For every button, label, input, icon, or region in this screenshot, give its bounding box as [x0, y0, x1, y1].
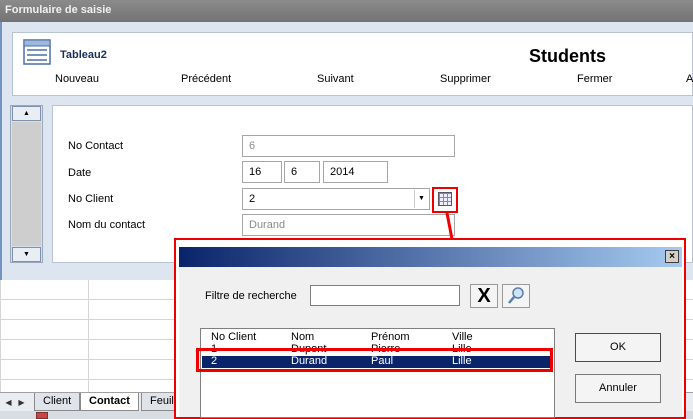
form-toolbar: Tableau2 Students Nouveau Précédent Suiv…: [12, 32, 693, 96]
first-sheet-icon[interactable]: ◀: [4, 396, 13, 409]
column-header-ville: Ville: [452, 331, 473, 343]
next-button[interactable]: Suivant: [317, 73, 354, 85]
search-button[interactable]: [502, 284, 530, 308]
client-lookup-dialog: × Filtre de recherche X No Client Nom Pr…: [174, 238, 686, 419]
close-icon[interactable]: ×: [665, 250, 679, 263]
dialog-titlebar[interactable]: ×: [179, 247, 682, 267]
list-item[interactable]: Lille: [452, 355, 472, 367]
magnifier-icon: [508, 287, 524, 304]
dialog-body: Filtre de recherche X No Client Nom Prén…: [179, 267, 682, 418]
list-item[interactable]: Pierre: [371, 343, 400, 355]
no-client-value: 2: [249, 193, 256, 205]
sheet-tab-contact[interactable]: Contact: [80, 393, 139, 411]
list-item[interactable]: Paul: [371, 355, 393, 367]
ok-button[interactable]: OK: [575, 333, 661, 362]
macro-record-icon[interactable]: [36, 412, 48, 419]
filter-label: Filtre de recherche: [205, 290, 297, 302]
chevron-down-icon[interactable]: ▼: [414, 190, 428, 208]
no-contact-label: No Contact: [68, 140, 124, 152]
contact-name-label: Nom du contact: [68, 219, 146, 231]
table-name: Tableau2: [60, 49, 107, 61]
record-scrollbar[interactable]: ▲ ▼: [10, 105, 43, 263]
scroll-up-icon[interactable]: ▲: [12, 106, 41, 121]
scroll-track[interactable]: [12, 122, 41, 246]
column-header-prenom: Prénom: [371, 331, 410, 343]
date-label: Date: [68, 167, 92, 179]
page-title: Students: [529, 46, 607, 66]
no-client-combo[interactable]: 2 ▼: [242, 188, 430, 210]
lookup-client-button[interactable]: [432, 187, 458, 213]
date-year-field[interactable]: 2014: [323, 161, 388, 183]
table-icon: [23, 39, 51, 65]
new-button[interactable]: Nouveau: [55, 73, 99, 85]
list-item[interactable]: Dupont: [291, 343, 326, 355]
form-title: Formulaire de saisie: [5, 4, 112, 16]
sheet-tab-client[interactable]: Client: [34, 393, 81, 411]
list-item[interactable]: Durand: [291, 355, 327, 367]
client-listbox[interactable]: No Client Nom Prénom Ville 1 Dupont Pier…: [200, 328, 555, 418]
list-item[interactable]: 2: [211, 355, 217, 367]
form-titlebar[interactable]: Formulaire de saisie: [0, 0, 693, 22]
previous-button[interactable]: Précédent: [181, 73, 231, 85]
contact-name-field[interactable]: Durand: [242, 214, 455, 236]
scroll-down-icon[interactable]: ▼: [12, 247, 41, 262]
date-month-field[interactable]: 6: [284, 161, 320, 183]
no-contact-field[interactable]: 6: [242, 135, 455, 157]
search-filter-input[interactable]: [310, 285, 460, 306]
list-item[interactable]: Lille: [452, 343, 472, 355]
date-day-field[interactable]: 16: [242, 161, 282, 183]
clear-filter-button[interactable]: X: [470, 284, 498, 308]
extra-button[interactable]: A: [686, 73, 693, 85]
last-sheet-icon[interactable]: ▶: [17, 396, 26, 409]
cancel-button[interactable]: Annuler: [575, 374, 661, 403]
list-item[interactable]: 1: [211, 343, 217, 355]
column-header-no-client: No Client: [211, 331, 257, 343]
column-header-nom: Nom: [291, 331, 315, 343]
no-client-label: No Client: [68, 193, 114, 205]
close-form-button[interactable]: Fermer: [577, 73, 612, 85]
grid-lookup-icon: [438, 192, 452, 206]
delete-button[interactable]: Supprimer: [440, 73, 491, 85]
